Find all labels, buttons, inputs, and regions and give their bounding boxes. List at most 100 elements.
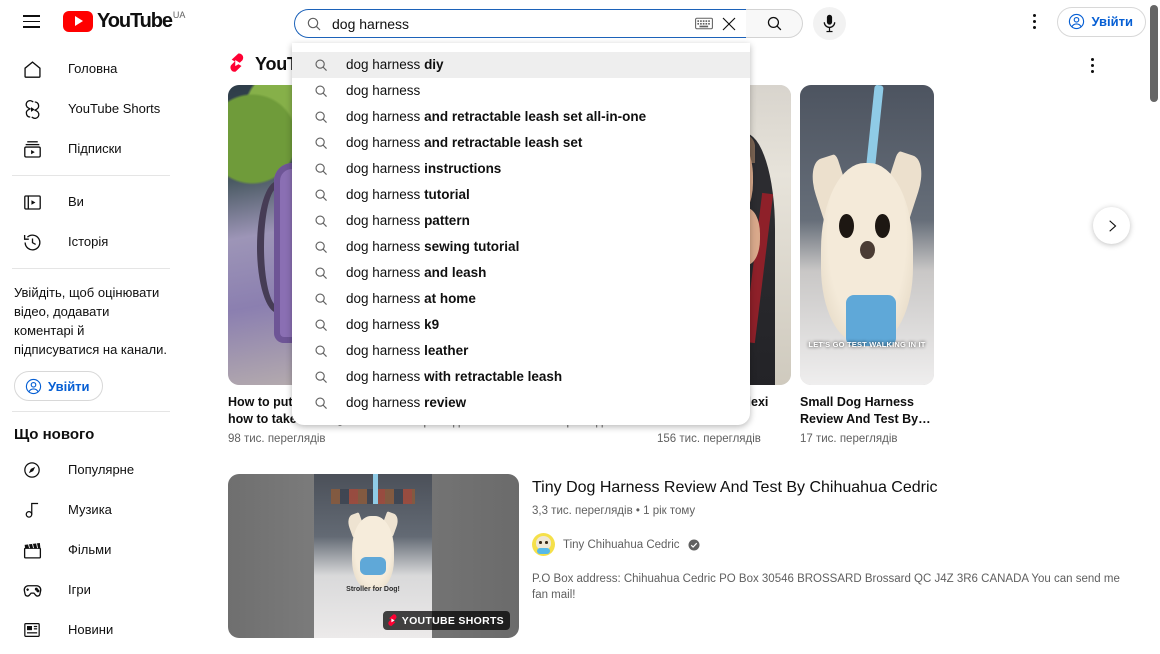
suggestion-label: dog harness sewing tutorial bbox=[346, 239, 519, 255]
suggestion-label: dog harness and leash bbox=[346, 265, 486, 281]
shorts-card-views: 98 тис. переглядів bbox=[228, 432, 362, 447]
suggestion-item[interactable]: dog harness with retractable leash bbox=[292, 364, 750, 390]
hamburger-menu-icon[interactable] bbox=[11, 2, 51, 42]
search-icon bbox=[314, 370, 328, 384]
settings-kebab-icon[interactable] bbox=[1018, 5, 1051, 38]
suggestion-item[interactable]: dog harness tutorial bbox=[292, 182, 750, 208]
search-icon bbox=[314, 84, 328, 98]
shorts-thumbnail[interactable]: LET'S GO TEST WALKING IN IT bbox=[800, 85, 934, 385]
search-suggestions-dropdown: dog harness diy dog harness dog harness … bbox=[292, 43, 750, 425]
sidebar-item-label: Музика bbox=[68, 503, 112, 517]
suggestion-label: dog harness and retractable leash set bbox=[346, 135, 582, 151]
suggestion-item[interactable]: dog harness bbox=[292, 78, 750, 104]
suggestion-label: dog harness tutorial bbox=[346, 187, 470, 203]
subscriptions-icon bbox=[20, 137, 44, 161]
sidebar-item-news[interactable]: Новини bbox=[6, 610, 176, 650]
shorts-card[interactable]: LET'S GO TEST WALKING IN IT Small Dog Ha… bbox=[800, 85, 934, 447]
suggestion-item[interactable]: dog harness sewing tutorial bbox=[292, 234, 750, 260]
voice-search-button[interactable] bbox=[813, 7, 846, 40]
sidebar-item-films[interactable]: Фільми bbox=[6, 530, 176, 570]
suggestion-item[interactable]: dog harness and leash bbox=[292, 260, 750, 286]
suggestion-item[interactable]: dog harness instructions bbox=[292, 156, 750, 182]
shorts-logo-icon bbox=[228, 53, 246, 75]
video-result-meta: Tiny Dog Harness Review And Test By Chih… bbox=[519, 474, 1139, 638]
shorts-card-views: 156 тис. переглядів bbox=[657, 432, 791, 447]
sidebar-promo-text: Увійдіть, щоб оцінювати відео, додавати … bbox=[14, 283, 168, 359]
news-icon bbox=[20, 618, 44, 642]
shorts-shelf-kebab-icon[interactable] bbox=[1078, 51, 1106, 79]
sidebar-item-trending[interactable]: Популярне bbox=[6, 450, 176, 490]
video-result-description: P.O Box address: Chihuahua Cedric PO Box… bbox=[532, 571, 1139, 603]
suggestion-item[interactable]: dog harness diy bbox=[292, 52, 750, 78]
suggestion-item[interactable]: dog harness at home bbox=[292, 286, 750, 312]
youtube-page: YouTube UA dog harness bbox=[0, 0, 1160, 654]
sidebar-section-title-explore: Що нового bbox=[0, 418, 182, 450]
top-bar: YouTube UA dog harness bbox=[0, 0, 1160, 43]
search-icon bbox=[306, 16, 322, 32]
video-result-row[interactable]: Stroller for Dog! YOUTUBE SHORTS Tiny Do… bbox=[182, 474, 1148, 638]
suggestion-item[interactable]: dog harness k9 bbox=[292, 312, 750, 338]
clear-search-icon[interactable] bbox=[720, 15, 738, 33]
sidebar-item-label: Історія bbox=[68, 235, 108, 249]
suggestion-item[interactable]: dog harness pattern bbox=[292, 208, 750, 234]
search-icon bbox=[314, 58, 328, 72]
logo-country-code: UA bbox=[173, 11, 186, 20]
trending-icon bbox=[20, 458, 44, 482]
carousel-next-button[interactable] bbox=[1093, 207, 1130, 244]
scrollbar-thumb[interactable] bbox=[1150, 5, 1158, 102]
sidebar-item-subscriptions[interactable]: Підписки bbox=[6, 129, 176, 169]
video-thumbnail-caption: Stroller for Dog! bbox=[314, 586, 432, 593]
suggestion-label: dog harness and retractable leash set al… bbox=[346, 109, 646, 125]
youtube-logo[interactable]: YouTube UA bbox=[63, 2, 185, 42]
chevron-right-icon bbox=[1105, 219, 1119, 233]
search-icon bbox=[314, 344, 328, 358]
gaming-icon bbox=[20, 578, 44, 602]
search-icon bbox=[314, 188, 328, 202]
sidebar-item-music[interactable]: Музика bbox=[6, 490, 176, 530]
play-icon bbox=[63, 11, 93, 32]
sidebar-sign-in-button[interactable]: Увійти bbox=[14, 371, 103, 401]
keyboard-icon[interactable] bbox=[695, 17, 713, 30]
video-result-channel[interactable]: Tiny Chihuahua Cedric bbox=[532, 533, 1139, 556]
suggestion-label: dog harness with retractable leash bbox=[346, 369, 562, 385]
youtube-shorts-badge: YOUTUBE SHORTS bbox=[383, 611, 510, 630]
shorts-logo-icon bbox=[387, 614, 398, 628]
suggestion-item[interactable]: dog harness and retractable leash set bbox=[292, 130, 750, 156]
sidebar-item-home[interactable]: Головна bbox=[6, 49, 176, 89]
search-icon bbox=[314, 214, 328, 228]
shorts-card-title: Small Dog Harness Review And Test By Chi… bbox=[800, 394, 934, 428]
shorts-icon bbox=[20, 97, 44, 121]
sidebar-item-label: Ігри bbox=[68, 583, 91, 597]
channel-avatar bbox=[532, 533, 555, 556]
sidebar-sign-in-label: Увійти bbox=[48, 379, 90, 394]
search-button[interactable] bbox=[746, 9, 803, 38]
sidebar-item-label: Новини bbox=[68, 623, 113, 637]
page-scrollbar[interactable] bbox=[1147, 0, 1160, 654]
sidebar-item-label: Ви bbox=[68, 195, 84, 209]
microphone-icon bbox=[822, 14, 837, 33]
history-icon bbox=[20, 230, 44, 254]
logo-text: YouTube bbox=[97, 11, 172, 32]
shorts-thumbnail-caption: LET'S GO TEST WALKING IN IT bbox=[808, 340, 926, 349]
sign-in-label: Увійти bbox=[1091, 14, 1133, 29]
channel-name: Tiny Chihuahua Cedric bbox=[563, 537, 680, 553]
suggestion-label: dog harness instructions bbox=[346, 161, 501, 177]
suggestion-label: dog harness review bbox=[346, 395, 466, 411]
sidebar-item-gaming[interactable]: Ігри bbox=[6, 570, 176, 610]
sidebar-item-label: Фільми bbox=[68, 543, 111, 557]
suggestion-item[interactable]: dog harness leather bbox=[292, 338, 750, 364]
search-input[interactable]: dog harness bbox=[294, 9, 746, 38]
sidebar-item-sports[interactable]: Спорт bbox=[6, 650, 176, 654]
suggestion-item[interactable]: dog harness and retractable leash set al… bbox=[292, 104, 750, 130]
account-circle-icon bbox=[1068, 13, 1085, 30]
sidebar-item-shorts[interactable]: YouTube Shorts bbox=[6, 89, 176, 129]
video-result-title: Tiny Dog Harness Review And Test By Chih… bbox=[532, 477, 1139, 499]
sign-in-button[interactable]: Увійти bbox=[1057, 7, 1146, 37]
suggestion-item[interactable]: dog harness review bbox=[292, 390, 750, 416]
video-result-thumbnail[interactable]: Stroller for Dog! YOUTUBE SHORTS bbox=[228, 474, 519, 638]
sidebar-item-you[interactable]: Ви bbox=[6, 182, 176, 222]
sidebar-item-label: Головна bbox=[68, 62, 117, 76]
sidebar-item-history[interactable]: Історія bbox=[6, 222, 176, 262]
sidebar-item-label: Популярне bbox=[68, 463, 134, 477]
suggestion-label: dog harness at home bbox=[346, 291, 476, 307]
